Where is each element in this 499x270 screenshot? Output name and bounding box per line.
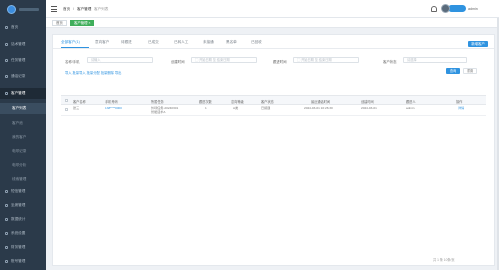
sms-icon (5, 190, 8, 193)
th-name: 客户名称 (73, 100, 86, 104)
sidebar-item-home[interactable]: 首页 (0, 22, 46, 33)
breadcrumb-sub: 客户列表 (94, 7, 109, 11)
status-filter-label: 客户状态 (383, 60, 397, 64)
task-icon (5, 59, 8, 62)
search-button[interactable]: 查询 (446, 68, 460, 74)
add-customer-button[interactable]: 新增客户 (468, 41, 488, 47)
sidebar-subitem-call-records[interactable]: 电呼记录 (0, 146, 46, 157)
chart-icon (5, 218, 8, 221)
sidebar-item-stats[interactable]: 数据统计 (0, 214, 46, 225)
tag-customer-management[interactable]: 客户管理 × (70, 20, 95, 26)
tab-closed[interactable]: 已成交 (148, 40, 159, 45)
cell-last-call: 2024-03-01 10:26:30 (304, 106, 333, 110)
account-icon (5, 260, 8, 263)
tab-bar: 全部客户(1) 意向客户 待跟进 已成交 已转人工 未接通 黑名单 已回收 (53, 35, 494, 49)
table-header: 客户名称 手机号码 所属任务 跟进次数 意向等级 客户状态 最近通话时间 创建时… (61, 95, 486, 105)
cell-name: 张三 (73, 106, 80, 110)
script-icon (5, 43, 8, 46)
th-created: 创建时间 (361, 100, 374, 104)
tab-unanswered[interactable]: 未接通 (203, 40, 214, 45)
cell-phone[interactable]: 138****0000 (105, 106, 122, 111)
table-row[interactable]: 张三 138****0000 外呼任务-20240301 智能话术A 1 A类 已… (61, 105, 486, 116)
reset-button[interactable]: 重置 (463, 68, 477, 74)
follow-time-range[interactable]: ▢ 开始日期 至 结束日期 (293, 57, 359, 63)
th-intent: 意向等级 (231, 100, 244, 104)
wallet-icon (5, 246, 8, 249)
avatar[interactable] (441, 4, 450, 13)
sidebar-subitem-my-customers[interactable]: 我的客户 (0, 132, 46, 143)
logo-icon (7, 4, 16, 14)
sidebar: 首页 话术管理 任务管理 通话记录 客户管理 客户列表 客户池 我的客户 电呼记… (0, 0, 46, 270)
sidebar-subitem-leads[interactable]: 线索管理 (0, 174, 46, 185)
top-bar: 首页 / 客户管理 客户列表 admin (46, 0, 499, 18)
th-last-call: 最近通话时间 (311, 100, 331, 104)
th-follow-count: 跟进次数 (199, 100, 212, 104)
user-name[interactable]: admin (468, 7, 478, 11)
tab-blacklist[interactable]: 黑名单 (226, 40, 237, 45)
sidebar-item-seats[interactable]: 坐席管理 (0, 200, 46, 211)
create-time-label: 创建时间 (171, 60, 185, 64)
logo-wordmark (19, 7, 39, 11)
home-icon (5, 26, 8, 29)
user-badge (448, 5, 466, 12)
create-time-range[interactable]: ▢ 开始日期 至 结束日期 (191, 57, 257, 63)
tab-transferred[interactable]: 已转人工 (174, 40, 188, 45)
th-task: 所属任务 (151, 100, 164, 104)
cell-status: 已接通 (261, 106, 271, 110)
phone-icon (5, 75, 8, 78)
sidebar-item-sms[interactable]: 短信管理 (0, 186, 46, 197)
sidebar-subitem-call-analysis[interactable]: 电呼分析 (0, 160, 46, 171)
name-filter-label: 名称/手机 (65, 60, 80, 64)
gear-icon (5, 232, 8, 235)
tab-pending[interactable]: 待跟进 (121, 40, 132, 45)
th-status: 客户状态 (261, 100, 274, 104)
active-tab-indicator (61, 47, 89, 48)
cell-intent: A类 (233, 106, 239, 110)
row-detail-link[interactable]: 详情 (458, 106, 464, 111)
user-icon (5, 92, 8, 95)
cell-owner: admin (406, 106, 415, 110)
cell-task: 外呼任务-20240301 智能话术A (151, 106, 179, 114)
menu-toggle-icon[interactable] (51, 6, 57, 12)
sidebar-item-accounts[interactable]: 账号管理 (0, 256, 46, 267)
tag-home[interactable]: 首页 (52, 20, 67, 26)
th-phone: 手机号码 (105, 100, 118, 104)
cell-follow-count: 1 (205, 106, 207, 110)
main-panel: 全部客户(1) 意向客户 待跟进 已成交 已转人工 未接通 黑名单 已回收 新增… (52, 34, 495, 266)
logo (0, 0, 46, 18)
sidebar-subitem-customer-pool[interactable]: 客户池 (0, 118, 46, 129)
row-checkbox[interactable] (65, 108, 68, 111)
tab-intent[interactable]: 意向客户 (95, 40, 109, 45)
select-all-checkbox[interactable] (65, 99, 68, 102)
bell-icon[interactable] (431, 6, 437, 12)
bulk-action-links[interactable]: 导入 批量导入 批量分配 批量删除 导出 (65, 70, 121, 75)
headset-icon (5, 204, 8, 207)
sidebar-item-settings[interactable]: 系统设置 (0, 228, 46, 239)
sidebar-item-calls[interactable]: 通话记录 (0, 71, 46, 82)
tab-recycled[interactable]: 已回收 (251, 40, 262, 45)
name-input[interactable]: 请输入 (87, 57, 153, 63)
breadcrumb-current: 客户管理 (77, 7, 92, 11)
sidebar-item-finance[interactable]: 财务管理 (0, 242, 46, 253)
status-select[interactable]: 请选择 (403, 57, 467, 63)
th-actions: 操作 (456, 100, 463, 104)
cell-created: 2024-03-01 (361, 106, 377, 110)
pagination[interactable]: 共 1 条 10条/页 (433, 257, 455, 262)
sidebar-item-customers[interactable]: 客户管理 (0, 88, 46, 99)
sidebar-subitem-customer-list[interactable]: 客户列表 (0, 103, 46, 114)
sidebar-item-script[interactable]: 话术管理 (0, 39, 46, 50)
tab-all-customers[interactable]: 全部客户(1) (61, 40, 80, 45)
tag-bar: 首页 客户管理 × (46, 18, 499, 28)
follow-time-label: 跟进时间 (273, 60, 287, 64)
breadcrumb-home[interactable]: 首页 (63, 7, 70, 12)
th-owner: 跟进人 (406, 100, 416, 104)
breadcrumb-separator: / (73, 7, 74, 11)
sidebar-item-task[interactable]: 任务管理 (0, 55, 46, 66)
